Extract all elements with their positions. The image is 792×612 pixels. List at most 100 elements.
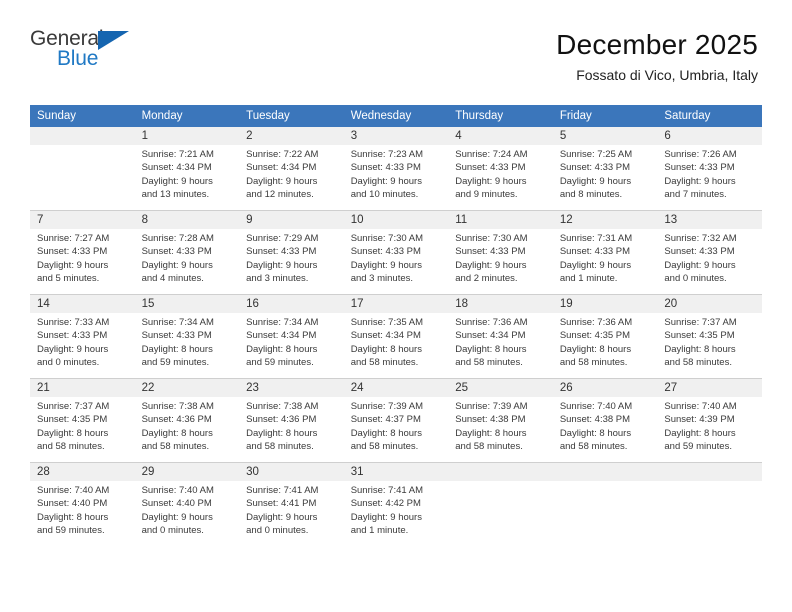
day-number-1[interactable]: 1 <box>134 127 240 145</box>
day-info-line: and 58 minutes. <box>455 441 523 453</box>
day-number-22[interactable]: 22 <box>134 378 240 397</box>
day-info-3: Sunrise: 7:23 AM Sunset: 4:33 PM Daylight:… <box>343 145 449 211</box>
day-number-8[interactable]: 8 <box>134 210 240 229</box>
calendar-table: Sunday Monday Tuesday Wednesday Thursday Frid… <box>30 105 762 546</box>
day-info-line: Daylight: 9 hours <box>455 175 527 187</box>
day-number-4[interactable]: 4 <box>448 127 553 145</box>
day-info-line: Sunset: 4:34 PM <box>246 162 317 174</box>
day-number-row: 28 29 30 31 <box>30 462 762 481</box>
day-number-6[interactable]: 6 <box>657 127 762 145</box>
day-info-15: Sunrise: 7:34 AM Sunset: 4:33 PM Daylight:… <box>134 312 240 379</box>
day-info-line: Sunset: 4:33 PM <box>455 246 526 258</box>
logo-text-general: General <box>30 27 104 50</box>
day-info-line: Daylight: 8 hours <box>559 427 632 439</box>
day-number-row: 21 22 23 24 25 26 27 <box>30 378 762 397</box>
day-number-16[interactable]: 16 <box>239 294 344 313</box>
day-info-line: and 59 minutes. <box>37 525 105 537</box>
day-info-line: and 7 minutes. <box>664 189 727 201</box>
day-info-line: Sunrise: 7:35 AM <box>350 316 424 328</box>
weekday-header-sunday: Sunday <box>30 105 135 127</box>
day-number-empty <box>30 127 135 145</box>
day-number-29[interactable]: 29 <box>134 462 240 481</box>
day-number-3[interactable]: 3 <box>343 127 449 145</box>
day-number-12[interactable]: 12 <box>552 210 658 229</box>
day-number-empty <box>552 462 658 481</box>
day-info-line: and 58 minutes. <box>246 441 314 453</box>
day-info-31: Sunrise: 7:41 AM Sunset: 4:42 PM Daylight:… <box>343 480 449 546</box>
day-number-9[interactable]: 9 <box>239 210 344 229</box>
general-blue-logo[interactable]: General Blue <box>30 28 140 74</box>
day-info-4: Sunrise: 7:24 AM Sunset: 4:33 PM Daylight:… <box>448 145 553 211</box>
day-info-line: and 59 minutes. <box>664 441 732 453</box>
day-info-line: Sunrise: 7:39 AM <box>455 400 528 412</box>
day-info-line: Sunset: 4:33 PM <box>141 246 212 258</box>
day-info-26: Sunrise: 7:40 AM Sunset: 4:38 PM Daylight:… <box>552 396 658 463</box>
weekday-header-tuesday: Tuesday <box>239 105 344 127</box>
day-info-27: Sunrise: 7:40 AM Sunset: 4:39 PM Daylight:… <box>657 396 762 463</box>
day-info-line: Daylight: 9 hours <box>350 259 422 271</box>
day-info-line: Daylight: 9 hours <box>455 259 527 271</box>
day-info-line: Sunrise: 7:26 AM <box>664 149 737 160</box>
day-number-19[interactable]: 19 <box>552 294 658 313</box>
day-info-row: Sunrise: 7:40 AM Sunset: 4:40 PM Daylight:… <box>30 480 762 546</box>
day-info-line: Sunset: 4:42 PM <box>350 498 421 510</box>
day-info-line: and 59 minutes. <box>246 357 314 369</box>
calendar-body: 1 2 3 4 5 6 Sunrise: 7:21 AM Sunset: 4:34 PM Day… <box>30 127 762 546</box>
day-info-14: Sunrise: 7:33 AM Sunset: 4:33 PM Daylight:… <box>30 312 135 379</box>
day-number-23[interactable]: 23 <box>239 378 344 397</box>
day-info-line: Sunset: 4:38 PM <box>559 414 631 426</box>
day-info-16: Sunrise: 7:34 AM Sunset: 4:34 PM Daylight:… <box>239 312 344 379</box>
day-number-21[interactable]: 21 <box>30 378 135 397</box>
day-info-line: Sunset: 4:33 PM <box>141 330 212 342</box>
calendar-page: General Blue December 2025 Fossato di Vi… <box>0 0 792 612</box>
day-info-line: and 9 minutes. <box>455 189 518 201</box>
day-info-line: Sunset: 4:35 PM <box>559 330 631 342</box>
day-number-row: 7 8 9 10 11 12 13 <box>30 210 762 229</box>
day-info-2: Sunrise: 7:22 AM Sunset: 4:34 PM Daylight:… <box>239 145 344 211</box>
day-number-30[interactable]: 30 <box>239 462 344 481</box>
day-number-15[interactable]: 15 <box>134 294 240 313</box>
day-number-13[interactable]: 13 <box>657 210 762 229</box>
day-info-line: and 2 minutes. <box>455 273 518 285</box>
day-info-line: Sunrise: 7:23 AM <box>350 149 424 160</box>
weekday-header-friday: Friday <box>552 105 658 127</box>
day-number-7[interactable]: 7 <box>30 210 135 229</box>
day-info-7: Sunrise: 7:27 AM Sunset: 4:33 PM Daylight:… <box>30 228 135 295</box>
weekday-header-monday: Monday <box>134 105 240 127</box>
day-info-line: Sunrise: 7:29 AM <box>246 232 319 244</box>
day-number-5[interactable]: 5 <box>552 127 658 145</box>
day-info-line: Sunrise: 7:38 AM <box>246 400 319 412</box>
day-info-line: and 0 minutes. <box>37 357 100 369</box>
day-info-line: Sunset: 4:34 PM <box>455 330 526 342</box>
day-info-line: Daylight: 8 hours <box>350 427 422 439</box>
day-info-line: Sunrise: 7:41 AM <box>246 484 319 496</box>
day-number-2[interactable]: 2 <box>239 127 344 145</box>
day-number-18[interactable]: 18 <box>448 294 553 313</box>
day-number-27[interactable]: 27 <box>657 378 762 397</box>
day-number-25[interactable]: 25 <box>448 378 553 397</box>
day-info-line: Daylight: 9 hours <box>664 259 736 271</box>
day-info-line: Daylight: 9 hours <box>141 175 213 187</box>
day-number-24[interactable]: 24 <box>343 378 449 397</box>
day-info-line: Sunset: 4:33 PM <box>246 246 317 258</box>
day-info-line: Sunrise: 7:21 AM <box>141 149 214 160</box>
day-number-empty <box>657 462 762 481</box>
day-number-20[interactable]: 20 <box>657 294 762 313</box>
day-number-11[interactable]: 11 <box>448 210 553 229</box>
day-info-line: Sunset: 4:36 PM <box>141 414 212 426</box>
day-info-line: Sunset: 4:40 PM <box>37 498 108 510</box>
day-number-14[interactable]: 14 <box>30 294 135 313</box>
day-number-28[interactable]: 28 <box>30 462 135 481</box>
day-number-17[interactable]: 17 <box>343 294 449 313</box>
day-info-9: Sunrise: 7:29 AM Sunset: 4:33 PM Daylight:… <box>239 228 344 295</box>
day-info-line: Sunset: 4:33 PM <box>664 162 735 174</box>
day-info-line: Sunrise: 7:41 AM <box>350 484 424 496</box>
day-info-line: and 58 minutes. <box>37 441 105 453</box>
day-info-18: Sunrise: 7:36 AM Sunset: 4:34 PM Daylight:… <box>448 312 553 379</box>
day-number-10[interactable]: 10 <box>343 210 449 229</box>
day-info-line: Sunrise: 7:36 AM <box>559 316 633 328</box>
day-number-31[interactable]: 31 <box>343 462 449 481</box>
day-info-line: and 58 minutes. <box>559 441 628 453</box>
day-number-26[interactable]: 26 <box>552 378 658 397</box>
day-info-line: and 1 minute. <box>559 273 618 285</box>
